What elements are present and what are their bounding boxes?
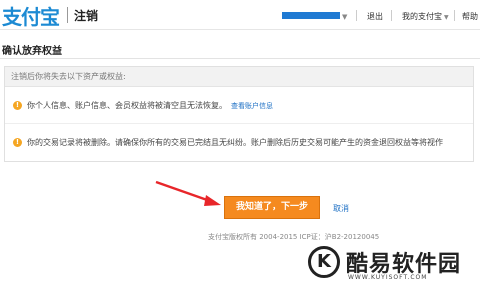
watermark-logo-icon: K <box>308 246 340 278</box>
site-watermark: K 酷易软件园 WWW.KUYISOFT.COM <box>308 244 478 284</box>
watermark-url: WWW.KUYISOFT.COM <box>348 274 428 281</box>
footer-copyright: 支付宝版权所有 2004-2015 ICP证：沪B2-20120045 <box>208 233 380 241</box>
cancel-link[interactable]: 取消 <box>333 203 349 214</box>
arrow-shaft <box>155 180 211 203</box>
arrow-head <box>204 195 221 206</box>
confirm-next-button[interactable]: 我知道了，下一步 <box>224 196 320 219</box>
